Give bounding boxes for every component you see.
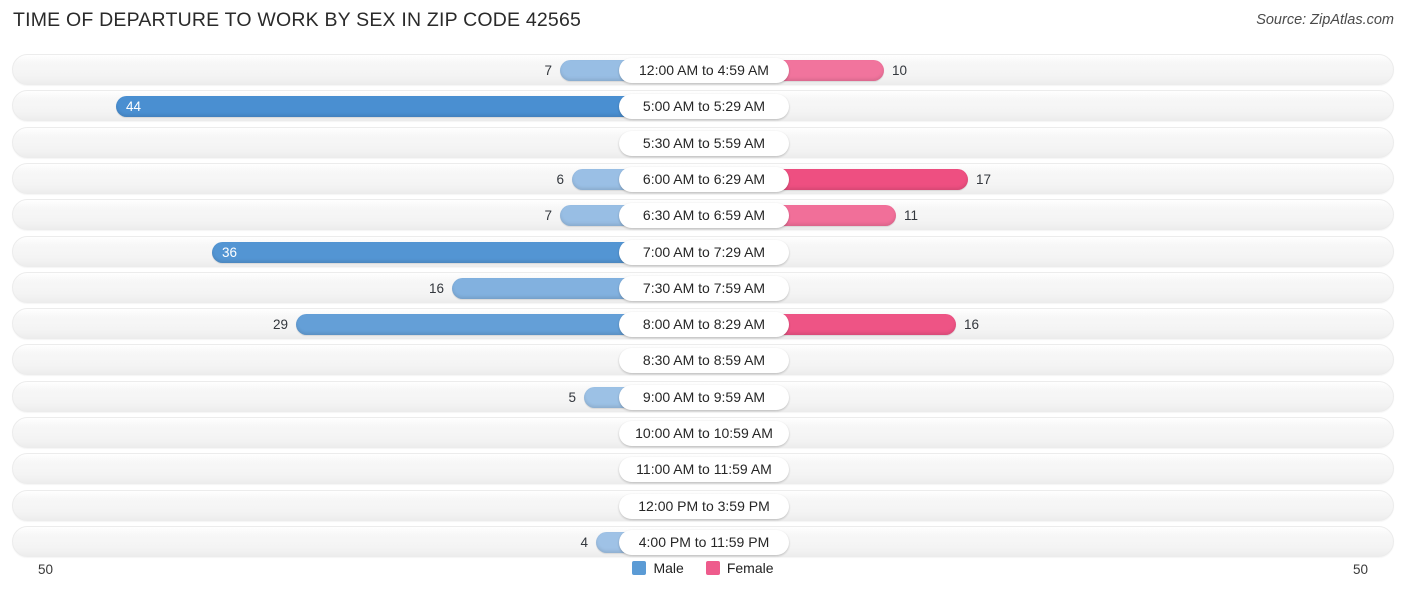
bar-row-inner: 3607:00 AM to 7:29 AM <box>13 237 1393 266</box>
chart-root: TIME OF DEPARTURE TO WORK BY SEX IN ZIP … <box>0 0 1406 594</box>
bar-row[interactable]: 0011:00 AM to 11:59 AM <box>12 453 1394 485</box>
bar-row-inner: 7 10 12:00 AM to 4:59 AM <box>13 55 1393 84</box>
bar-row[interactable]: 0012:00 PM to 3:59 PM <box>12 489 1394 521</box>
page-title: TIME OF DEPARTURE TO WORK BY SEX IN ZIP … <box>13 9 582 31</box>
male-color-swatch <box>632 561 647 575</box>
female-value-label: 16 <box>964 317 980 333</box>
bar-row[interactable]: 29 16 8:00 AM to 8:29 AM <box>12 308 1394 340</box>
female-value-label: 17 <box>976 171 992 187</box>
category-label-pill: 7:00 AM to 7:29 AM <box>619 239 789 265</box>
category-label-pill: 4:00 PM to 11:59 PM <box>619 529 789 555</box>
category-label-pill: 9:00 AM to 9:59 AM <box>619 384 789 410</box>
bar-row[interactable]: 4405:00 AM to 5:29 AM <box>12 90 1394 122</box>
bar-row-inner: 0011:00 AM to 11:59 AM <box>13 454 1393 483</box>
category-label-pill: 6:00 AM to 6:29 AM <box>619 166 789 192</box>
bar-row[interactable]: 005:30 AM to 5:59 AM <box>12 126 1394 158</box>
category-label-pill: 7:30 AM to 7:59 AM <box>619 275 789 301</box>
bar-rows-area: 7 10 12:00 AM to 4:59 AM 4405:00 AM to 5:29… <box>0 50 1406 558</box>
category-label-pill: 8:30 AM to 8:59 AM <box>619 348 789 374</box>
female-color-swatch <box>705 561 720 575</box>
bar-row-inner: 0012:00 PM to 3:59 PM <box>13 491 1393 520</box>
category-label-pill: 10:00 AM to 10:59 AM <box>619 421 789 446</box>
male-bar[interactable] <box>116 96 704 118</box>
bar-row[interactable]: 1607:30 AM to 7:59 AM <box>12 271 1394 303</box>
category-label-pill: 12:00 PM to 3:59 PM <box>619 493 789 519</box>
bar-row[interactable]: 7 10 12:00 AM to 4:59 AM <box>12 54 1394 85</box>
male-value-label: 44 <box>126 99 142 115</box>
male-value-label: 36 <box>222 244 238 260</box>
bar-row-inner: 1607:30 AM to 7:59 AM <box>13 273 1393 302</box>
bar-row[interactable]: 3607:00 AM to 7:29 AM <box>12 235 1394 267</box>
male-value-label: 6 <box>556 171 564 187</box>
category-label-pill: 12:00 AM to 4:59 AM <box>619 58 789 83</box>
legend-label-female: Female <box>726 560 774 576</box>
bar-row-inner: 4405:00 AM to 5:29 AM <box>13 91 1393 120</box>
legend-item-female[interactable]: Female <box>705 560 774 576</box>
female-value-label: 10 <box>892 63 908 78</box>
male-value-label: 7 <box>544 208 552 224</box>
legend-label-male: Male <box>653 560 684 576</box>
bar-row-inner: 7 11 6:30 AM to 6:59 AM <box>13 200 1393 229</box>
category-label-pill: 5:00 AM to 5:29 AM <box>619 94 789 120</box>
male-value-label: 4 <box>580 534 588 550</box>
category-label-pill: 8:00 AM to 8:29 AM <box>619 312 789 338</box>
source-label: Source: ZipAtlas.com <box>1256 12 1394 28</box>
female-value-label: 11 <box>904 208 919 224</box>
male-value-label: 5 <box>568 389 576 405</box>
male-value-label: 7 <box>544 63 552 78</box>
bar-row-inner: 509:00 AM to 9:59 AM <box>13 382 1393 411</box>
bar-row-inner: 0010:00 AM to 10:59 AM <box>13 418 1393 447</box>
bar-row-inner: 29 16 8:00 AM to 8:29 AM <box>13 309 1393 338</box>
category-label-pill: 5:30 AM to 5:59 AM <box>619 130 789 156</box>
bar-row[interactable]: 6 17 6:00 AM to 6:29 AM <box>12 162 1394 194</box>
bar-row[interactable]: 0010:00 AM to 10:59 AM <box>12 417 1394 448</box>
bar-row-inner: 6 17 6:00 AM to 6:29 AM <box>13 164 1393 193</box>
legend: Male Female <box>0 560 1406 576</box>
bar-row-inner: 008:30 AM to 8:59 AM <box>13 345 1393 374</box>
bar-row-inner: 404:00 PM to 11:59 PM <box>13 527 1393 556</box>
category-label-pill: 11:00 AM to 11:59 AM <box>619 457 789 483</box>
bar-row[interactable]: 008:30 AM to 8:59 AM <box>12 344 1394 376</box>
legend-item-male[interactable]: Male <box>632 560 684 576</box>
bar-row[interactable]: 7 11 6:30 AM to 6:59 AM <box>12 199 1394 231</box>
bar-row[interactable]: 509:00 AM to 9:59 AM <box>12 380 1394 412</box>
male-value-label: 29 <box>272 317 288 333</box>
bar-row-inner: 005:30 AM to 5:59 AM <box>13 128 1393 157</box>
bar-row[interactable]: 404:00 PM to 11:59 PM <box>12 525 1394 557</box>
male-value-label: 16 <box>428 280 444 296</box>
category-label-pill: 6:30 AM to 6:59 AM <box>619 203 789 229</box>
